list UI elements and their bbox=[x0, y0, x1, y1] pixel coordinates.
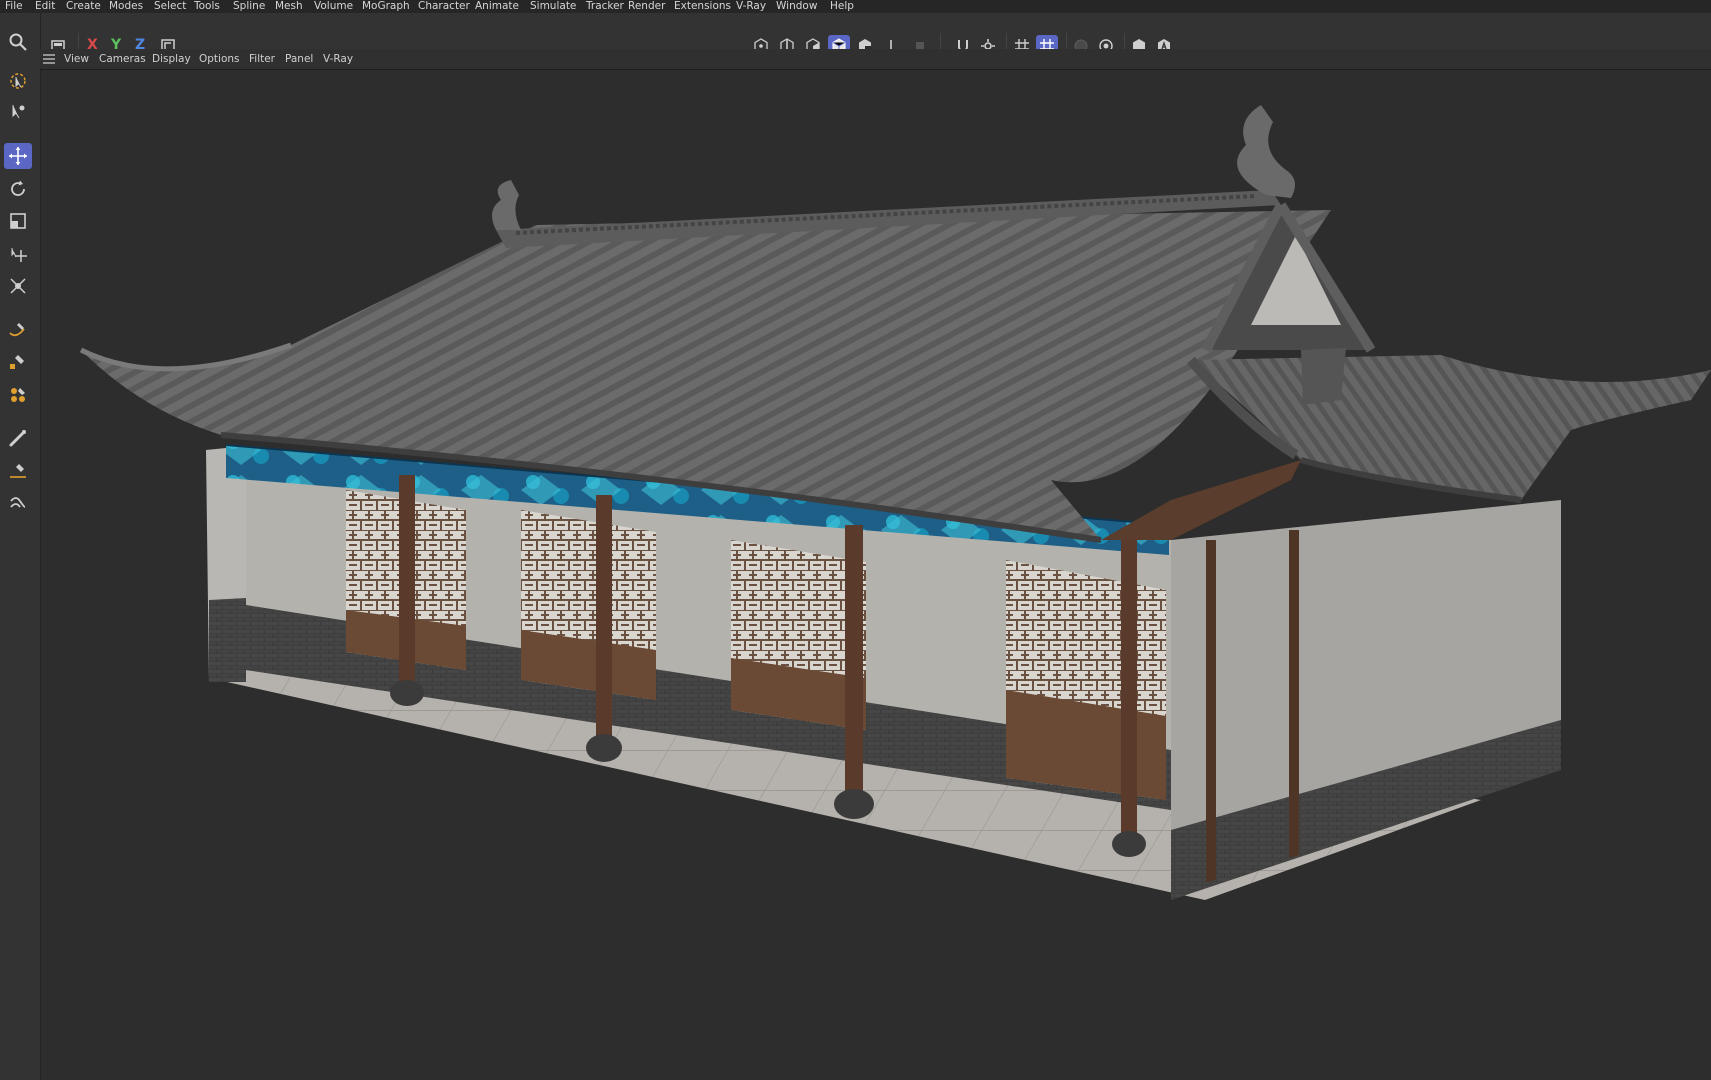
spline-smooth-button[interactable] bbox=[4, 382, 32, 408]
move-tool-button[interactable] bbox=[4, 143, 32, 169]
bridge-icon bbox=[10, 497, 26, 508]
active-tool-icon bbox=[12, 105, 25, 119]
spline-pen-button[interactable] bbox=[4, 316, 32, 342]
menu-volume[interactable]: Volume bbox=[314, 0, 353, 12]
transform-icon bbox=[10, 278, 26, 294]
viewport-menu-v-ray[interactable]: V-Ray bbox=[323, 53, 353, 65]
live-selection-icon bbox=[10, 73, 26, 89]
menu-tools[interactable]: Tools bbox=[194, 0, 220, 12]
menu-mesh[interactable]: Mesh bbox=[275, 0, 303, 12]
search-button[interactable] bbox=[4, 29, 32, 55]
scale-icon bbox=[10, 213, 26, 229]
viewport-menu-display[interactable]: Display bbox=[152, 53, 191, 65]
menu-simulate[interactable]: Simulate bbox=[530, 0, 576, 12]
menu-help[interactable]: Help bbox=[830, 0, 854, 12]
left-tool-palette bbox=[0, 13, 41, 1080]
viewport-menu-view[interactable]: View bbox=[64, 53, 89, 65]
viewport-menu-filter[interactable]: Filter bbox=[249, 53, 275, 65]
scale-tool-button[interactable] bbox=[4, 208, 32, 234]
move-object-icon bbox=[11, 248, 27, 262]
knife-icon bbox=[10, 464, 26, 478]
menu-create[interactable]: Create bbox=[66, 0, 101, 12]
menu-tracker[interactable]: Tracker bbox=[586, 0, 624, 12]
menu-v-ray[interactable]: V-Ray bbox=[736, 0, 766, 12]
spline-pen-icon bbox=[9, 323, 25, 337]
viewport-menu-panel[interactable]: Panel bbox=[285, 53, 313, 65]
spline-smooth-icon bbox=[11, 388, 25, 402]
viewport-menu-cameras[interactable]: Cameras bbox=[99, 53, 146, 65]
menu-select[interactable]: Select bbox=[154, 0, 186, 12]
move-icon bbox=[9, 147, 27, 165]
menu-extensions[interactable]: Extensions bbox=[674, 0, 731, 12]
top-toolbar: X Y Z bbox=[0, 13, 1711, 57]
ridge-dragon-left bbox=[492, 180, 521, 230]
menu-render[interactable]: Render bbox=[628, 0, 665, 12]
rotate-icon bbox=[11, 180, 25, 196]
transform-button[interactable] bbox=[4, 273, 32, 299]
brush-button[interactable] bbox=[4, 425, 32, 451]
main-menu-bar: File Edit Create Modes Select Tools Spline Mesh… bbox=[0, 0, 1711, 13]
live-selection-button[interactable] bbox=[4, 68, 32, 94]
viewport-menu-options[interactable]: Options bbox=[199, 53, 240, 65]
knife-button[interactable] bbox=[4, 458, 32, 484]
brush-icon bbox=[9, 430, 26, 447]
viewport-menu-bar: View Cameras Display Options Filter Panel V-Ra… bbox=[40, 49, 1711, 70]
ridge-dragon-right bbox=[1237, 105, 1295, 198]
perspective-viewport[interactable] bbox=[41, 70, 1711, 1080]
menu-spline[interactable]: Spline bbox=[233, 0, 265, 12]
bridge-button[interactable] bbox=[4, 490, 32, 516]
menu-window[interactable]: Window bbox=[776, 0, 817, 12]
menu-character[interactable]: Character bbox=[418, 0, 470, 12]
move-object-button[interactable] bbox=[4, 241, 32, 267]
search-icon bbox=[9, 33, 27, 51]
menu-file[interactable]: File bbox=[5, 0, 23, 12]
chinese-pavilion-model bbox=[79, 105, 1711, 900]
menu-mograph[interactable]: MoGraph bbox=[362, 0, 410, 12]
menu-animate[interactable]: Animate bbox=[475, 0, 519, 12]
rotate-tool-button[interactable] bbox=[4, 176, 32, 202]
lattice-door-4 bbox=[1006, 560, 1166, 800]
sketch-icon bbox=[10, 355, 24, 369]
menu-modes[interactable]: Modes bbox=[109, 0, 143, 12]
viewport-panel-menu-icon[interactable] bbox=[42, 53, 56, 68]
active-tool-button[interactable] bbox=[4, 99, 32, 125]
menu-edit[interactable]: Edit bbox=[35, 0, 55, 12]
sketch-button[interactable] bbox=[4, 349, 32, 375]
lattice-door-2 bbox=[521, 510, 656, 700]
